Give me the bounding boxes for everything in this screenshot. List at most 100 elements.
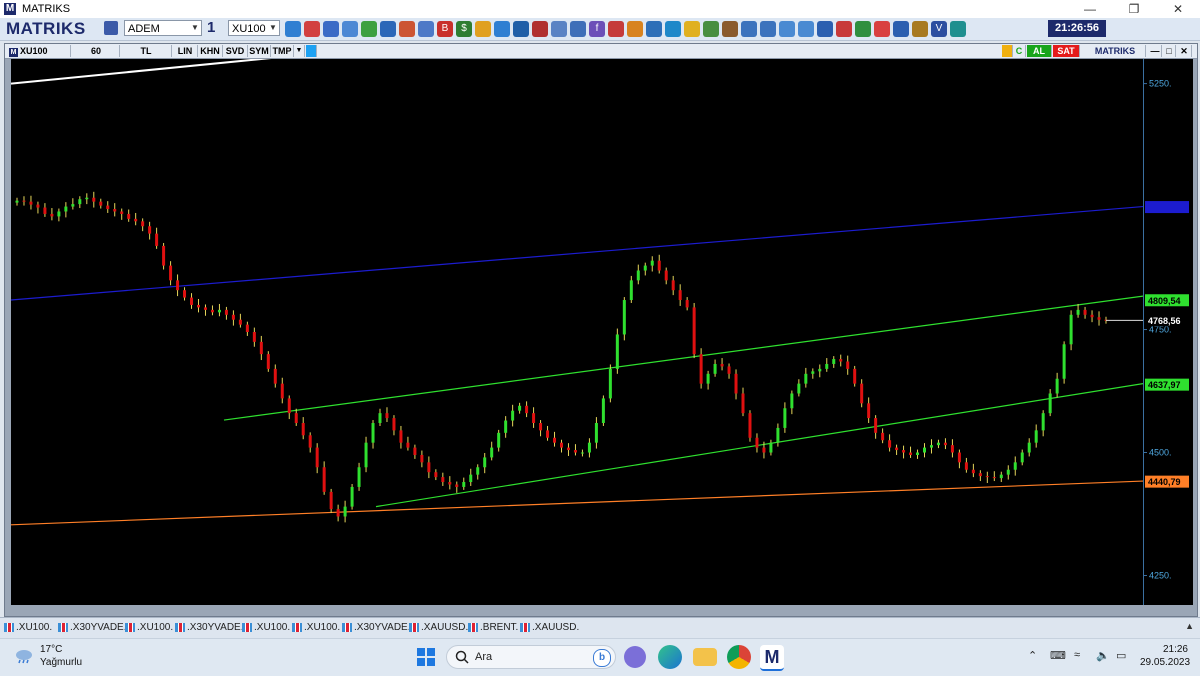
transfer-icon[interactable] <box>760 21 776 37</box>
price-chart[interactable] <box>11 59 1143 605</box>
zoom-icon[interactable] <box>285 21 301 37</box>
user-combo[interactable]: ADEM ▼ <box>124 20 202 36</box>
tab-xu100[interactable]: .XU100. <box>242 621 290 635</box>
bear-candle <box>231 314 235 320</box>
maximize-chart-button[interactable]: □ <box>1163 45 1176 57</box>
bear-candle <box>301 423 305 436</box>
window-icon[interactable] <box>779 21 795 37</box>
function-icon[interactable]: f <box>589 21 605 37</box>
svd-button[interactable]: SVD <box>223 45 248 57</box>
price-level-label: 4637,97 <box>1148 380 1181 390</box>
matriks-taskbar-icon[interactable]: M <box>760 645 784 671</box>
bull-candle <box>57 211 61 217</box>
bull-candle <box>804 373 808 384</box>
video-icon[interactable] <box>950 21 966 37</box>
system-clock[interactable]: 21:26 29.05.2023 <box>1140 643 1190 669</box>
sell-button[interactable]: SAT <box>1053 45 1080 57</box>
notes-icon[interactable] <box>684 21 700 37</box>
khn-button[interactable]: KHN <box>198 45 223 57</box>
tmp-button[interactable]: TMP <box>271 45 294 57</box>
wifi-icon[interactable]: ≈ <box>1074 649 1080 661</box>
briefcase-icon[interactable] <box>722 21 738 37</box>
clock-icon[interactable] <box>380 21 396 37</box>
heart-icon[interactable] <box>874 21 890 37</box>
v-icon[interactable]: V <box>931 21 947 37</box>
chevron-down-icon[interactable]: ▼ <box>294 45 305 57</box>
windows-start-icon[interactable] <box>414 645 438 669</box>
buy-button[interactable]: AL <box>1027 45 1052 57</box>
close-chart-button[interactable]: ✕ <box>1177 45 1192 57</box>
bear-candle <box>399 430 403 443</box>
monitor-icon[interactable] <box>342 21 358 37</box>
battery-icon[interactable]: ▭ <box>1116 649 1126 662</box>
file-explorer-icon[interactable] <box>693 648 717 666</box>
twitter-icon[interactable] <box>306 45 317 57</box>
tab-xu100[interactable]: .XU100. <box>4 621 52 635</box>
bear-candle <box>392 418 396 431</box>
currency-selector[interactable]: TL <box>121 45 172 57</box>
close-button[interactable]: ✕ <box>1156 0 1200 18</box>
window-number[interactable]: 1 <box>207 19 215 36</box>
period-selector[interactable]: 60 <box>73 45 120 57</box>
tab-xauusd[interactable]: .XAUUSD. <box>520 621 579 635</box>
minimize-chart-button[interactable]: — <box>1149 45 1162 57</box>
mail-icon[interactable] <box>836 21 852 37</box>
dollar-icon[interactable]: $ <box>456 21 472 37</box>
pie-icon[interactable] <box>475 21 491 37</box>
symbol-combo[interactable]: XU100 ▼ <box>228 20 280 36</box>
grid-icon[interactable] <box>551 21 567 37</box>
tab-x30yvade[interactable]: .X30YVADE. <box>175 621 244 635</box>
bull-candle <box>1020 452 1024 463</box>
bear-candle <box>308 435 312 448</box>
alert-icon[interactable] <box>817 21 833 37</box>
news-icon[interactable] <box>532 21 548 37</box>
book-icon[interactable] <box>912 21 928 37</box>
line-chart-icon[interactable] <box>570 21 586 37</box>
minimize-button[interactable]: — <box>1068 0 1112 18</box>
calendar-icon[interactable] <box>665 21 681 37</box>
sym-button[interactable]: SYM <box>248 45 271 57</box>
users-icon[interactable] <box>627 21 643 37</box>
calculator-icon[interactable] <box>703 21 719 37</box>
bear-candle <box>762 447 766 453</box>
restore-button[interactable]: ❐ <box>1112 0 1156 18</box>
taskbar-search[interactable]: Ara b <box>446 645 616 669</box>
bold-b-icon[interactable]: B <box>437 21 453 37</box>
lightning-icon[interactable] <box>1002 45 1013 57</box>
chart-symbol[interactable]: M XU100 <box>5 45 71 57</box>
window-controls: — ❐ ✕ <box>1068 0 1200 18</box>
teams-chat-icon[interactable] <box>624 646 646 668</box>
bull-candle <box>580 452 584 454</box>
globe-icon[interactable] <box>361 21 377 37</box>
save-icon[interactable] <box>104 21 118 35</box>
tab-xu100[interactable]: .XU100. <box>292 621 340 635</box>
cursor-icon[interactable] <box>304 21 320 37</box>
speaker-icon[interactable]: 🔈 <box>1096 649 1110 662</box>
tab-xu100[interactable]: .XU100. <box>125 621 173 635</box>
target-icon[interactable] <box>494 21 510 37</box>
lin-button[interactable]: LIN <box>173 45 198 57</box>
bear-candle <box>867 403 871 419</box>
edge-icon[interactable] <box>658 645 682 669</box>
chrome-icon[interactable] <box>727 645 751 669</box>
message-icon[interactable] <box>855 21 871 37</box>
info-icon[interactable] <box>513 21 529 37</box>
tab-xauusd[interactable]: .XAUUSD. <box>409 621 468 635</box>
tab-x30yvade[interactable]: .X30YVADE. <box>342 621 411 635</box>
refresh-c-button[interactable]: C <box>1013 45 1026 57</box>
layers-icon[interactable] <box>798 21 814 37</box>
gear-icon[interactable] <box>893 21 909 37</box>
scroll-up-icon[interactable]: ▲ <box>1185 621 1194 631</box>
keyboard-icon[interactable]: ⌨ <box>1050 649 1066 662</box>
chart-icon[interactable] <box>323 21 339 37</box>
exchange-icon[interactable] <box>741 21 757 37</box>
tab-x30yvade[interactable]: .X30YVADE. <box>58 621 127 635</box>
bear-candle <box>245 324 249 332</box>
signal-icon[interactable] <box>608 21 624 37</box>
tab-brent[interactable]: .BRENT. <box>468 621 518 635</box>
bank-icon[interactable] <box>646 21 662 37</box>
list-icon[interactable] <box>399 21 415 37</box>
bull-candle <box>490 447 494 458</box>
table-icon[interactable] <box>418 21 434 37</box>
chevron-up-icon[interactable]: ⌃ <box>1028 649 1037 662</box>
